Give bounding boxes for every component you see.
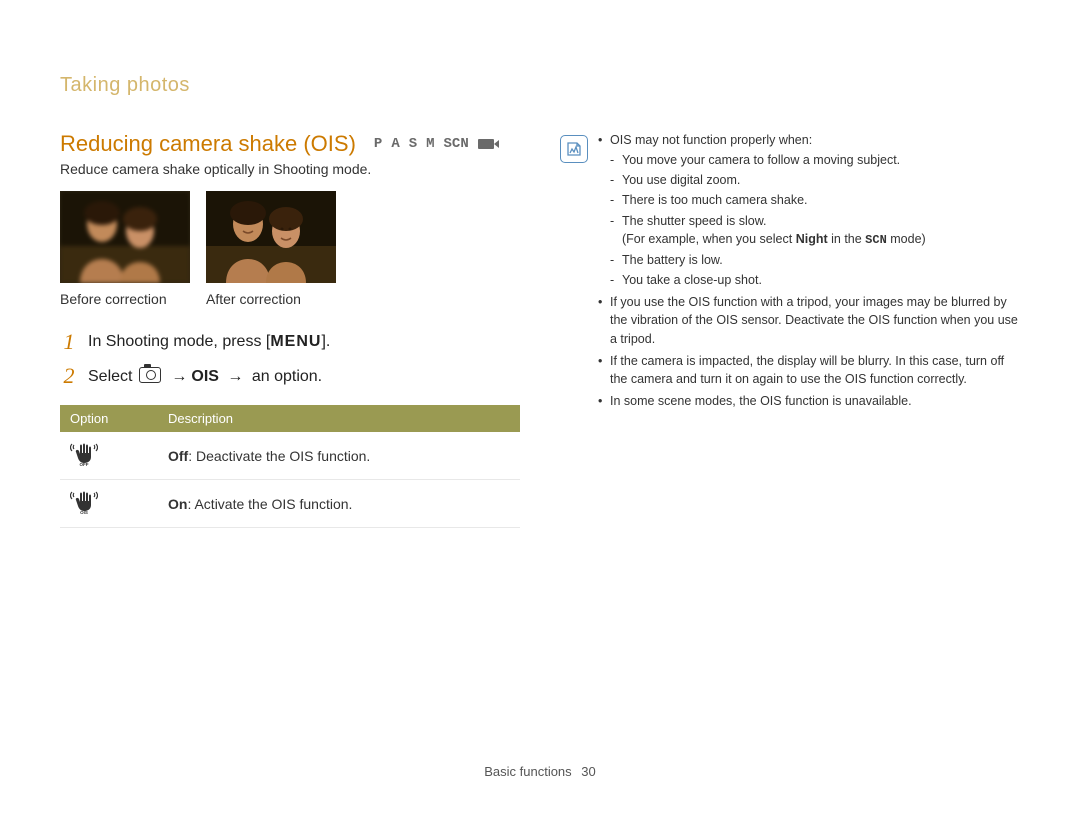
step-2-number: 2 <box>60 363 78 389</box>
cell-icon-off: OFF <box>60 432 158 480</box>
table-row: OIS On: Activate the OIS function. <box>60 480 520 528</box>
camera-icon <box>139 367 161 383</box>
svg-text:OIS: OIS <box>80 510 88 514</box>
cell-desc-off: Off: Deactivate the OIS function. <box>158 432 520 480</box>
ex-mid: in the <box>828 232 866 246</box>
ex-scn: SCN <box>865 233 887 247</box>
options-table: Option Description OFF Off: Deactivate t… <box>60 405 520 528</box>
arrow-2: → <box>227 368 243 385</box>
step-1: 1 In Shooting mode, press [MENU]. <box>60 329 520 355</box>
ex-post: mode) <box>887 232 926 246</box>
section-title: Reducing camera shake (OIS) P A S M SCN <box>60 131 520 157</box>
subtitle: Reduce camera shake optically in Shootin… <box>60 161 520 177</box>
info-sub: The shutter speed is slow. (For example,… <box>610 212 1020 250</box>
mode-m: M <box>426 136 434 152</box>
th-description: Description <box>158 405 520 432</box>
info-b1-text: OIS may not function properly when: <box>610 133 812 147</box>
on-bold: On <box>168 496 187 512</box>
step-1-number: 1 <box>60 329 78 355</box>
info-sub: You use digital zoom. <box>610 171 1020 189</box>
ex-pre: (For example, when you select <box>622 232 796 246</box>
step-2-text: Select →OIS → an option. <box>88 367 322 386</box>
mode-scn: SCN <box>444 136 469 152</box>
info-sub-slow: The shutter speed is slow. <box>622 214 767 228</box>
info-sub-example: (For example, when you select Night in t… <box>622 232 926 246</box>
photo-before <box>60 191 190 283</box>
ois-on-icon: OIS <box>70 490 98 514</box>
footer-page-number: 30 <box>581 764 595 779</box>
ex-bold: Night <box>796 232 828 246</box>
ois-bold: OIS <box>191 368 219 385</box>
title-text: Reducing camera shake (OIS) <box>60 131 356 157</box>
menu-word: MENU <box>270 333 321 350</box>
step-2: 2 Select →OIS → an option. <box>60 363 520 389</box>
off-rest: : Deactivate the OIS function. <box>188 448 370 464</box>
step-1-prefix: In Shooting mode, press [ <box>88 333 270 350</box>
info-sub: The battery is low. <box>610 251 1020 269</box>
mode-strip: P A S M SCN <box>374 136 494 152</box>
mode-p: P <box>374 136 382 152</box>
caption-row: Before correction After correction <box>60 291 520 307</box>
on-rest: : Activate the OIS function. <box>187 496 352 512</box>
info-sub: You move your camera to follow a moving … <box>610 151 1020 169</box>
breadcrumb: Taking photos <box>60 74 1020 97</box>
step-2-suffix: an option. <box>247 368 322 385</box>
steps: 1 In Shooting mode, press [MENU]. 2 Sele… <box>60 329 520 389</box>
caption-after: After correction <box>206 291 336 307</box>
mode-a: A <box>391 136 399 152</box>
info-sub: There is too much camera shake. <box>610 191 1020 209</box>
page-footer: Basic functions 30 <box>0 764 1080 779</box>
info-sub: You take a close-up shot. <box>610 271 1020 289</box>
photo-after <box>206 191 336 283</box>
off-bold: Off <box>168 448 188 464</box>
info-bullet-4: In some scene modes, the OIS function is… <box>598 392 1020 410</box>
cell-desc-on: On: Activate the OIS function. <box>158 480 520 528</box>
table-row: OFF Off: Deactivate the OIS function. <box>60 432 520 480</box>
note-icon <box>560 135 588 163</box>
info-box: OIS may not function properly when: You … <box>560 131 1020 414</box>
mode-s: S <box>409 136 417 152</box>
info-bullet-2: If you use the OIS function with a tripo… <box>598 293 1020 347</box>
photo-row <box>60 191 520 283</box>
info-text: OIS may not function properly when: You … <box>598 131 1020 414</box>
video-icon <box>478 139 494 149</box>
cell-icon-on: OIS <box>60 480 158 528</box>
info-bullet-1: OIS may not function properly when: You … <box>598 131 1020 289</box>
step-1-text: In Shooting mode, press [MENU]. <box>88 333 330 351</box>
th-option: Option <box>60 405 158 432</box>
info-bullet-3: If the camera is impacted, the display w… <box>598 352 1020 388</box>
arrow-1: → <box>171 368 187 385</box>
step-1-suffix: ]. <box>321 333 330 350</box>
footer-section: Basic functions <box>484 764 571 779</box>
step-2-prefix: Select <box>88 368 137 385</box>
ois-off-icon: OFF <box>70 442 98 466</box>
caption-before: Before correction <box>60 291 190 307</box>
svg-text:OFF: OFF <box>80 462 89 466</box>
